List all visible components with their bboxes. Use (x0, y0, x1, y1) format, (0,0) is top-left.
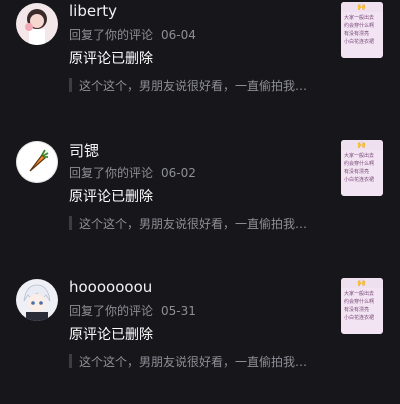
quote-bar (69, 78, 72, 92)
username[interactable]: hooooooou (69, 278, 152, 296)
reply-meta: 回复了你的评论 06-04 (69, 26, 196, 43)
reply-content[interactable]: 原评论已删除 (69, 324, 153, 344)
reply-meta: 回复了你的评论 05-31 (69, 302, 196, 319)
reply-meta: 回复了你的评论 06-02 (69, 164, 196, 181)
timestamp: 05-31 (161, 304, 196, 318)
quoted-comment-text: 这个这个，男朋友说很好看，一直偷拍我… (79, 79, 308, 93)
action-text: 回复了你的评论 (69, 304, 154, 318)
username[interactable]: liberty (69, 2, 117, 20)
quoted-comment-text: 这个这个，男朋友说很好看，一直偷拍我… (79, 217, 308, 231)
post-thumbnail[interactable]: 🙌 大家一般出去 约会穿什么啊 有没有漂亮 小白花连衣裙 (341, 140, 383, 196)
thumbnail-text: 大家一般出去 约会穿什么啊 有没有漂亮 小白花连衣裙 (344, 15, 375, 45)
post-thumbnail[interactable]: 🙌 大家一般出去 约会穿什么啊 有没有漂亮 小白花连衣裙 (341, 2, 383, 58)
thumbnail-text: 大家一般出去 约会穿什么啊 有没有漂亮 小白花连衣裙 (344, 291, 375, 321)
girl-photo-avatar[interactable] (16, 3, 58, 45)
quote-bar (69, 354, 72, 368)
quote-bar (69, 216, 72, 230)
thumbnail-text: 大家一般出去 约会穿什么啊 有没有漂亮 小白花连衣裙 (344, 153, 375, 183)
timestamp: 06-04 (161, 28, 196, 42)
reply-content[interactable]: 原评论已删除 (69, 48, 153, 68)
quoted-comment[interactable]: 这个这个，男朋友说很好看，一直偷拍我… (69, 76, 331, 94)
notification-item[interactable]: 司锶 回复了你的评论 06-02 原评论已删除 这个这个，男朋友说很好看，一直偷拍… (0, 138, 400, 266)
post-thumbnail[interactable]: 🙌 大家一般出去 约会穿什么啊 有没有漂亮 小白花连衣裙 (341, 278, 383, 334)
raised-hands-icon: 🙌 (357, 3, 366, 11)
quoted-comment-text: 这个这个，男朋友说很好看，一直偷拍我… (79, 355, 308, 369)
timestamp: 06-02 (161, 166, 196, 180)
quoted-comment[interactable]: 这个这个，男朋友说很好看，一直偷拍我… (69, 214, 331, 232)
notification-item[interactable]: hooooooou 回复了你的评论 05-31 原评论已删除 这个这个，男朋友说很… (0, 276, 400, 404)
anime-boy-avatar[interactable] (16, 279, 58, 321)
raised-hands-icon: 🙌 (357, 279, 366, 287)
action-text: 回复了你的评论 (69, 166, 154, 180)
username[interactable]: 司锶 (69, 140, 99, 161)
quoted-comment[interactable]: 这个这个，男朋友说很好看，一直偷拍我… (69, 352, 331, 370)
action-text: 回复了你的评论 (69, 28, 154, 42)
reply-content[interactable]: 原评论已删除 (69, 186, 153, 206)
carrot-avatar[interactable] (16, 141, 58, 183)
raised-hands-icon: 🙌 (357, 141, 366, 149)
notification-item[interactable]: liberty 回复了你的评论 06-04 原评论已删除 这个这个，男朋友说很好看… (0, 0, 400, 128)
